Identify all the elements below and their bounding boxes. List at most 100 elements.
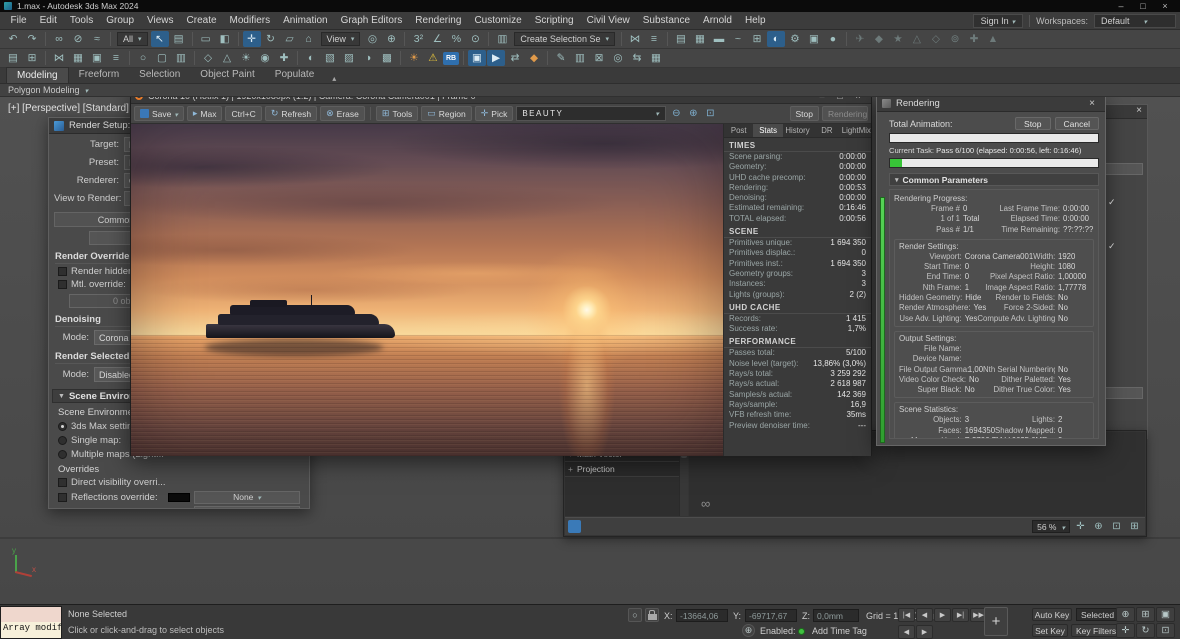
macro-recorder-line[interactable] bbox=[1, 607, 61, 622]
reference-coordinate-dropdown[interactable]: View bbox=[321, 32, 361, 46]
play-button[interactable]: ▶ bbox=[934, 608, 951, 622]
panel-checkbox-2[interactable] bbox=[1108, 241, 1140, 253]
workspace-dropdown[interactable]: Default bbox=[1094, 14, 1176, 28]
vfb-pick-button[interactable]: Pick bbox=[475, 106, 514, 121]
rb-plugin-icon[interactable]: RB bbox=[443, 52, 459, 65]
zoom-out-icon[interactable]: ⊖ bbox=[669, 108, 683, 119]
set-key-button[interactable]: Set Key bbox=[1032, 624, 1068, 637]
refractions-color-swatch[interactable] bbox=[168, 508, 190, 509]
vfb-copy-button[interactable]: Ctrl+C bbox=[225, 106, 261, 121]
stop-button[interactable]: Stop bbox=[1015, 117, 1051, 130]
browser-item[interactable]: Projection bbox=[565, 462, 679, 477]
orbit-icon[interactable]: ↻ bbox=[1136, 623, 1155, 638]
panel-dropdown-stub[interactable] bbox=[1105, 163, 1143, 175]
menu-item[interactable]: Customize bbox=[468, 15, 528, 26]
spinner-snap-icon[interactable]: ⊙ bbox=[466, 31, 484, 47]
zoom-all-icon[interactable]: ⊞ bbox=[1136, 607, 1155, 622]
mirror-icon[interactable]: ⋈ bbox=[626, 31, 644, 47]
menu-item[interactable]: Tools bbox=[63, 15, 99, 26]
panel-checkbox-1[interactable] bbox=[1108, 197, 1140, 209]
rendering-dialog-titlebar[interactable]: Rendering × bbox=[877, 96, 1105, 112]
vfb-tab-stats[interactable]: Stats bbox=[753, 124, 782, 137]
select-and-rotate-icon[interactable]: ↻ bbox=[262, 31, 280, 47]
uvw-map-icon[interactable]: ▧ bbox=[321, 50, 339, 66]
previous-frame-button[interactable]: ◀ bbox=[916, 608, 933, 622]
reflections-override-checkbox[interactable]: Reflections override: bbox=[58, 492, 164, 503]
physical-camera-icon[interactable]: ◎ bbox=[609, 50, 627, 66]
vfb-tab-post[interactable]: Post bbox=[724, 124, 753, 137]
bind-to-space-warp-icon[interactable]: ≈ bbox=[88, 31, 106, 47]
maxscript-mini-listener[interactable]: Array modifi bbox=[0, 606, 62, 639]
unlink-selection-icon[interactable]: ⊘ bbox=[69, 31, 87, 47]
array-tool-icon[interactable]: ▦ bbox=[69, 50, 87, 66]
zoom-icon[interactable]: ⊕ bbox=[1116, 607, 1135, 622]
use-pivot-center-icon[interactable]: ◎ bbox=[363, 31, 381, 47]
ribbon-tab-freeform[interactable]: Freeform bbox=[69, 67, 130, 83]
close-button[interactable]: × bbox=[1154, 1, 1176, 11]
material-icon[interactable] bbox=[568, 520, 581, 533]
select-by-name-icon[interactable]: ▤ bbox=[170, 31, 188, 47]
common-parameters-rollout[interactable]: ▾Common Parameters bbox=[889, 173, 1099, 186]
render-setup-icon[interactable]: ⚙ bbox=[786, 31, 804, 47]
vfb-tools-button[interactable]: Tools bbox=[376, 106, 418, 121]
rendered-frame-window-icon[interactable]: ▣ bbox=[805, 31, 823, 47]
select-and-move-icon[interactable]: ✛ bbox=[243, 31, 261, 47]
select-and-manipulate-icon[interactable]: ⊕ bbox=[382, 31, 400, 47]
panel-button-stub[interactable] bbox=[1105, 387, 1143, 399]
menu-item[interactable]: Graph Editors bbox=[334, 15, 409, 26]
polygon-modeling-section[interactable]: Polygon Modeling bbox=[8, 85, 80, 95]
vfb-send-to-max-button[interactable]: Max bbox=[187, 106, 223, 121]
ribbon-tab-selection[interactable]: Selection bbox=[129, 67, 190, 83]
menu-item[interactable]: Arnold bbox=[697, 15, 739, 26]
z-coordinate-field[interactable]: 0,0mm bbox=[813, 609, 859, 622]
morpher-icon[interactable]: ◑ bbox=[359, 50, 377, 66]
menu-item[interactable]: File bbox=[4, 15, 33, 26]
helpers-icon[interactable]: ✚ bbox=[275, 50, 293, 66]
refractions-none-button[interactable]: None bbox=[194, 506, 300, 509]
scene-states-icon[interactable]: ▥ bbox=[172, 50, 190, 66]
corona-converter-icon[interactable]: ⇄ bbox=[506, 50, 524, 66]
render-image[interactable] bbox=[131, 124, 723, 456]
named-selection-sets-dropdown[interactable]: Create Selection Se bbox=[514, 32, 615, 46]
y-coordinate-field[interactable]: -69717,67 bbox=[745, 609, 797, 622]
ribbon-tab-populate[interactable]: Populate bbox=[265, 67, 324, 83]
menu-item[interactable]: Scripting bbox=[528, 15, 580, 26]
scene-converter-icon[interactable]: ⇆ bbox=[628, 50, 646, 66]
menu-item[interactable]: Animation bbox=[277, 15, 334, 26]
render-element-dropdown[interactable]: BEAUTY bbox=[516, 106, 666, 121]
corona-proxy-icon[interactable]: ◆ bbox=[525, 50, 543, 66]
direct-visibility-checkbox[interactable]: Direct visibility overri... bbox=[58, 477, 300, 488]
menu-item[interactable]: Modifiers bbox=[223, 15, 277, 26]
add-time-tag[interactable]: Add Time Tag bbox=[812, 626, 867, 636]
rectangular-selection-icon[interactable]: ▭ bbox=[197, 31, 215, 47]
corona-vfb-icon[interactable]: ▣ bbox=[468, 50, 486, 66]
display-floater-icon[interactable]: ▢ bbox=[153, 50, 171, 66]
batch-render-icon[interactable]: ▦ bbox=[647, 50, 665, 66]
corona-warning-icon[interactable]: ⚠ bbox=[424, 50, 442, 66]
align-icon[interactable]: ≡ bbox=[645, 31, 663, 47]
utilities-icon[interactable]: ⊠ bbox=[590, 50, 608, 66]
panel-close-button[interactable]: × bbox=[1131, 105, 1147, 118]
maximize-viewport-icon[interactable]: ⊡ bbox=[1156, 623, 1175, 638]
toggle-ribbon-icon[interactable]: ▬ bbox=[710, 31, 728, 47]
next-key-button[interactable]: ▶ bbox=[916, 625, 933, 639]
redo-icon[interactable]: ↷ bbox=[23, 31, 41, 47]
vfb-tab-lightmix[interactable]: LightMix bbox=[842, 124, 871, 137]
rendering-close-button[interactable]: × bbox=[1084, 98, 1100, 109]
maximize-button[interactable]: □ bbox=[1132, 1, 1154, 11]
zoom-fit-icon[interactable]: ⊡ bbox=[703, 108, 717, 119]
select-object-icon[interactable]: ↖ bbox=[151, 31, 169, 47]
extra-tool-icon-2[interactable]: ◇ bbox=[927, 31, 945, 47]
extra-tool-icon-5[interactable]: ▲ bbox=[984, 31, 1002, 47]
ribbon-collapse-icon[interactable]: ▴ bbox=[324, 74, 344, 83]
previous-key-button[interactable]: ◀ bbox=[898, 625, 915, 639]
select-and-link-icon[interactable]: ∞ bbox=[50, 31, 68, 47]
script-editor-icon[interactable]: ✎ bbox=[552, 50, 570, 66]
snapshot-tool-icon[interactable]: ▣ bbox=[88, 50, 106, 66]
vfb-erase-button[interactable]: Erase bbox=[320, 106, 365, 121]
extra-tool-icon-4[interactable]: ✚ bbox=[965, 31, 983, 47]
x-coordinate-field[interactable]: -13664,06 bbox=[676, 609, 728, 622]
corona-interactive-icon[interactable]: ▶ bbox=[487, 50, 505, 66]
snaps-toggle-icon[interactable]: 3² bbox=[409, 31, 427, 47]
edit-named-selections-icon[interactable]: ▥ bbox=[493, 31, 511, 47]
